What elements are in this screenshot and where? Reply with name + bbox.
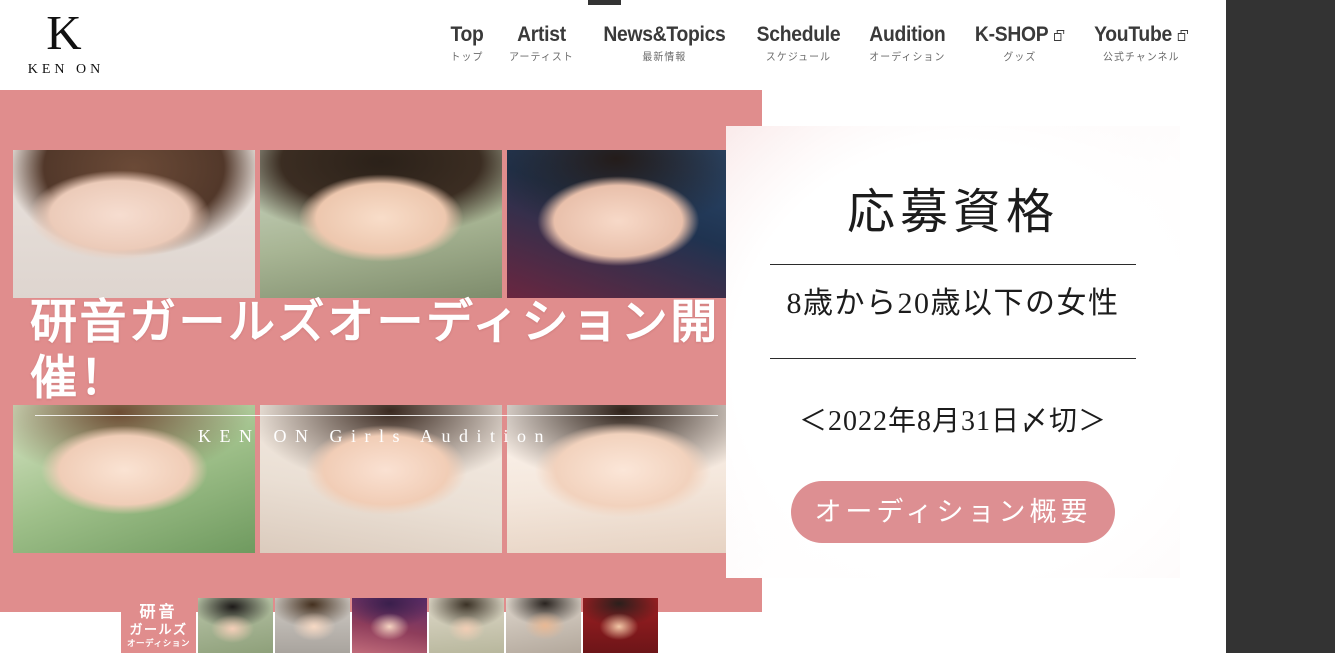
card-title: 応募資格 [846, 186, 1059, 239]
nav-label-jp: グッズ [1002, 51, 1036, 63]
main-navigation: Top トップ Artist アーティスト News&Topics 最新情報 S… [438, 24, 1204, 64]
thumb-label-line2: ガールズ [129, 622, 188, 637]
audition-overview-button[interactable]: オーディション概要 [791, 481, 1115, 543]
nav-label-en: Schedule [756, 23, 841, 46]
nav-label-jp: 最新情報 [642, 51, 687, 63]
nav-item-audition[interactable]: Audition オーディション [855, 24, 960, 64]
nav-label-en: News&Topics [603, 23, 726, 46]
hero-title-jp: 研音ガールズオーディション開催！ [30, 297, 720, 405]
site-header: K KEN ON Top トップ Artist アーティスト News&Topi… [0, 0, 1226, 90]
nav-label-en: K-SHOP [974, 23, 1048, 46]
carousel-thumb-1[interactable] [198, 598, 273, 653]
carousel-thumb-active[interactable]: 研音 ガールズ オーディション [121, 598, 196, 653]
nav-label-jp: オーディション [868, 51, 946, 63]
nav-item-artist[interactable]: Artist アーティスト [496, 24, 587, 64]
external-link-icon [1177, 29, 1189, 41]
nav-item-schedule[interactable]: Schedule スケジュール [742, 24, 855, 64]
logo-mark: K [46, 5, 82, 60]
nav-label-jp: 公式チャンネル [1103, 51, 1181, 63]
thumb-label-line3: オーディション [126, 638, 191, 648]
card-requirement: 8歳から20歳以下の女性 [786, 287, 1120, 320]
carousel-thumb-4[interactable] [429, 598, 504, 653]
nav-label-en: Top [450, 23, 484, 46]
nav-label-jp: スケジュール [765, 51, 831, 63]
card-deadline: ＜2022年8月31日〆切＞ [798, 406, 1107, 437]
thumb-label-line1: 研音 [139, 604, 178, 621]
hero-title-en: KEN ON Girls Audition [198, 426, 552, 446]
nav-label-jp: アーティスト [509, 51, 574, 63]
browser-backdrop [1226, 0, 1335, 653]
scroll-progress-indicator [588, 0, 621, 5]
carousel-thumb-6[interactable] [583, 598, 658, 653]
hero-photo-grid-top [13, 150, 762, 298]
hero-title-block: 研音ガールズオーディション開催！ KEN ON Girls Audition [0, 295, 762, 447]
page-viewport: K KEN ON Top トップ Artist アーティスト News&Topi… [0, 0, 1226, 653]
nav-label-en: Audition [869, 23, 946, 46]
nav-item-k-shop[interactable]: K-SHOP グッズ [960, 24, 1080, 64]
hero-banner[interactable]: 研音ガールズオーディション開催！ KEN ON Girls Audition [0, 90, 762, 612]
nav-item-top[interactable]: Top トップ [438, 24, 496, 64]
card-content: 応募資格 8歳から20歳以下の女性 ＜2022年8月31日〆切＞ オーディション… [726, 126, 1180, 578]
carousel-thumb-3[interactable] [352, 598, 427, 653]
carousel-thumb-2[interactable] [275, 598, 350, 653]
nav-label-jp: トップ [450, 51, 484, 63]
audition-info-card: 応募資格 8歳から20歳以下の女性 ＜2022年8月31日〆切＞ オーディション… [726, 126, 1180, 578]
nav-label-en: Artist [517, 23, 566, 46]
nav-item-youtube[interactable]: YouTube 公式チャンネル [1079, 24, 1204, 64]
nav-label-en: YouTube [1094, 23, 1173, 46]
external-link-icon [1053, 29, 1064, 41]
hero-photo [507, 150, 749, 298]
site-logo[interactable]: K KEN ON [18, 6, 110, 78]
nav-item-news-topics[interactable]: News&Topics 最新情報 [587, 24, 742, 64]
hero-photo [13, 150, 255, 298]
logo-wordmark: KEN ON [27, 62, 105, 77]
hero-photo [260, 150, 502, 298]
carousel-thumbnail-strip: 研音 ガールズ オーディション [121, 598, 658, 653]
carousel-thumb-5[interactable] [506, 598, 581, 653]
